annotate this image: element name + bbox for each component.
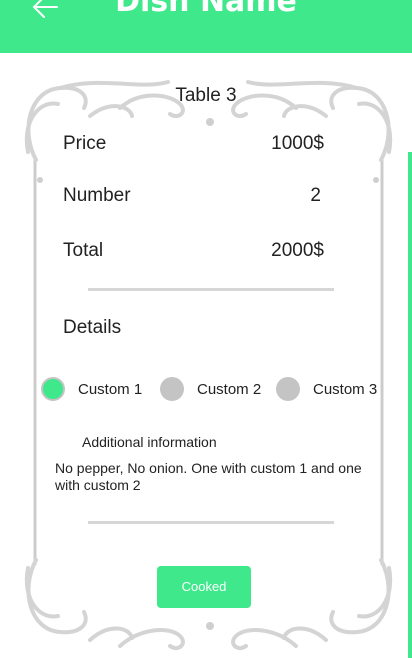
table-title: Table 3 [175,85,237,106]
radio-unselected-icon[interactable] [276,377,300,401]
option-custom-3[interactable]: Custom 3 [276,377,386,401]
cooked-button[interactable]: Cooked [157,566,251,608]
number-label: Number [63,185,131,206]
option-label: Custom 3 [313,381,378,398]
radio-selected-icon[interactable] [41,377,65,401]
total-value: 2000$ [271,240,324,261]
option-custom-2[interactable]: Custom 2 [160,377,270,401]
price-value: 1000$ [271,133,324,154]
option-label: Custom 2 [197,381,262,398]
additional-info-text: No pepper, No onion. One with custom 1 a… [55,460,362,493]
option-label: Custom 1 [78,381,143,398]
total-label: Total [63,240,104,261]
number-value: 2 [310,185,321,206]
additional-info-label: Additional information [82,434,217,450]
divider [88,521,334,524]
price-label: Price [63,133,107,154]
app-header: Dish Name [0,0,412,53]
radio-unselected-icon[interactable] [160,377,184,401]
page-title: Dish Name [115,0,297,19]
option-custom-1[interactable]: Custom 1 [41,377,151,401]
divider [88,288,334,291]
scrollbar[interactable] [408,152,412,658]
details-heading: Details [63,317,122,338]
